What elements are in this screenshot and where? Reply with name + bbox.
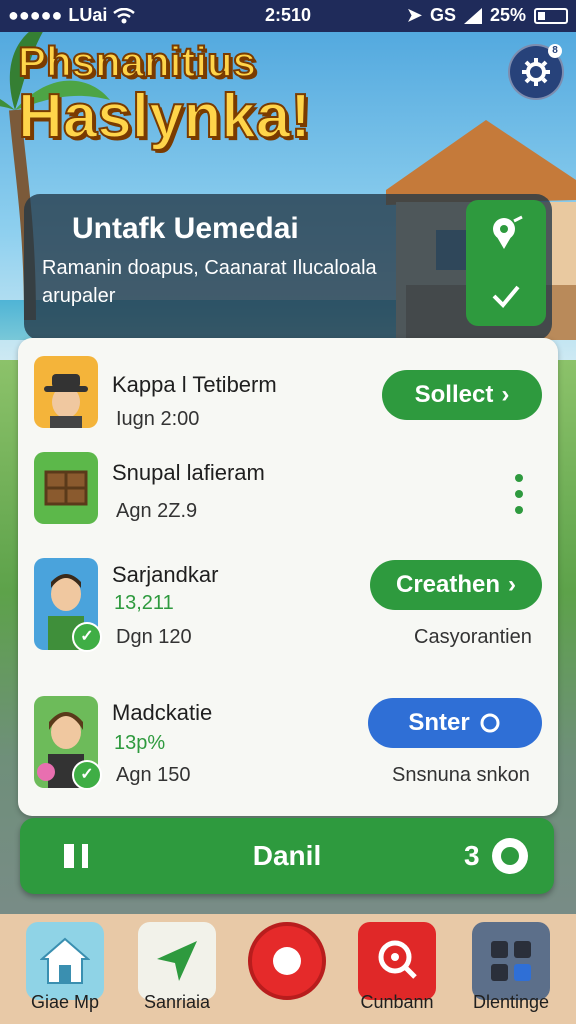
window-icon (44, 470, 88, 506)
notification-badge: 8 (548, 44, 562, 58)
dock-grid-button[interactable]: Dlentinge (472, 922, 550, 1012)
chevron-right-icon: › (501, 381, 510, 408)
item-note: Casyorantien (414, 626, 532, 648)
banner-heading: Untafk Uemedai (72, 212, 299, 245)
list-item[interactable]: Kappa l Tetiberm Iugn 2:00 Sollect › (18, 348, 558, 458)
list-item[interactable]: Snupal lafieram Agn 2Z.9 (18, 446, 558, 556)
dock-label: Giae Mp (30, 992, 100, 1012)
grid-icon (491, 941, 531, 981)
battery-icon (534, 7, 568, 24)
home-icon (40, 937, 90, 984)
refresh-icon (480, 713, 500, 733)
chevron-right-icon: › (508, 571, 517, 598)
item-meta: Iugn 2:00 (116, 408, 200, 430)
select-button[interactable]: Sollect › (382, 370, 542, 420)
banner-action-panel (466, 200, 546, 326)
bottom-dock: Giae Mp Sanriaia Cunbann Dlentinge (0, 914, 576, 1024)
avatar (34, 356, 98, 428)
dock-home-button[interactable]: Giae Mp (26, 922, 104, 1012)
item-meta: Dgn 120 (116, 626, 192, 648)
item-name: Sarjandkar (112, 562, 219, 587)
footer-count: 3 (464, 840, 480, 871)
info-banner: Untafk Uemedai Ramanin doapus, Caanarat … (24, 194, 552, 340)
hat-character-icon (44, 374, 88, 428)
gear-icon (522, 58, 550, 86)
camera-icon[interactable] (488, 834, 532, 878)
dock-label: Cunbann (360, 992, 434, 1012)
search-icon (378, 940, 417, 979)
bottom-action-bar[interactable]: Danil 3 (20, 818, 554, 894)
location-arrow-icon: ➤ (406, 5, 422, 25)
map-pin-icon[interactable] (488, 215, 524, 251)
banner-subtext: Ramanin doapus, Caanarat Ilucaloala arup… (42, 257, 377, 307)
enter-button[interactable]: Snter (368, 698, 542, 748)
select-button-label: Sollect (414, 381, 494, 408)
title-line-1: Phsnanitius (17, 38, 257, 85)
dock-search-button[interactable]: Cunbann (358, 922, 436, 1012)
item-note: Snsnuna snkon (392, 764, 530, 786)
dock-label: Sanriaia (143, 992, 211, 1012)
game-title: Phsnanitius Haslynka! (17, 38, 438, 152)
create-button-label: Creathen (395, 571, 501, 598)
item-meta: Agn 2Z.9 (116, 500, 198, 522)
item-name: Snupal lafieram (112, 460, 265, 485)
more-options-icon[interactable] (512, 474, 526, 514)
item-name: Kappa l Tetiberm (112, 372, 277, 397)
cell-signal-icon (463, 7, 482, 24)
dock-navigate-button[interactable]: Sanriaia (138, 922, 216, 1012)
create-button[interactable]: Creathen › (370, 560, 542, 610)
dock-record-button[interactable] (248, 922, 326, 1000)
checkmark-icon[interactable] (490, 280, 522, 312)
battery-percent: 25% (489, 5, 526, 25)
network-label: GS (429, 5, 456, 25)
list-item[interactable]: ✓ Madckatie 13p% Agn 150 Snter Snsnuna s… (18, 690, 558, 800)
title-line-2: Haslynka! (17, 82, 312, 152)
check-badge-icon: ✓ (72, 622, 102, 652)
navigate-icon (157, 941, 197, 981)
item-name: Madckatie (112, 700, 213, 725)
enter-button-label: Snter (408, 709, 470, 736)
item-stat: 13,211 (114, 592, 174, 614)
avatar (34, 452, 98, 524)
item-meta: Agn 150 (116, 764, 191, 786)
item-list: Kappa l Tetiberm Iugn 2:00 Sollect › Snu… (18, 338, 558, 816)
settings-button[interactable]: 8 (508, 44, 564, 100)
status-bar: ●●●●● LUai 2:510 ➤ GS 25% (0, 0, 576, 32)
check-badge-icon: ✓ (72, 760, 102, 790)
item-stat: 13p% (114, 732, 166, 754)
dock-label: Dlentinge (472, 992, 550, 1012)
record-icon (273, 947, 301, 975)
list-item[interactable]: ✓ Sarjandkar 13,211 Dgn 120 Creathen › C… (18, 552, 558, 662)
